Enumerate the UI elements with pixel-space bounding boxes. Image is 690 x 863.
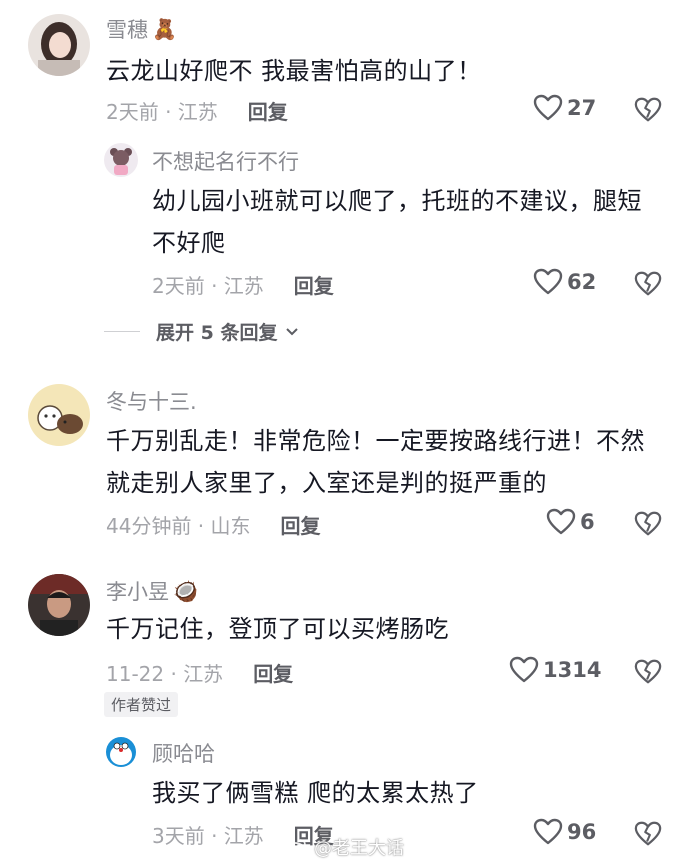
comment-text: 千万别乱走！非常危险！一定要按路线行进！不然 就走别人家里了，入室还是判的挺严重… xyxy=(106,420,645,504)
teddy-bear-icon: 🧸 xyxy=(152,17,177,41)
user-avatar[interactable] xyxy=(28,14,90,76)
broken-heart-icon[interactable] xyxy=(634,820,662,848)
like-count: 27 xyxy=(567,96,597,120)
heart-icon xyxy=(533,94,563,121)
heart-icon xyxy=(546,508,576,535)
user-avatar[interactable] xyxy=(104,734,138,768)
reply-button[interactable]: 回复 xyxy=(294,270,334,299)
username[interactable]: 李小昱 🥥 xyxy=(106,576,198,606)
heart-icon xyxy=(533,268,563,295)
reply-button[interactable]: 回复 xyxy=(253,658,293,687)
watermark: @老王大话 xyxy=(284,834,404,860)
comment-time: 2天前 · 江苏 xyxy=(106,100,218,124)
username-text[interactable]: 雪穗 xyxy=(106,14,148,44)
like-button[interactable]: 6 xyxy=(546,508,595,536)
user-avatar[interactable] xyxy=(28,384,90,446)
user-avatar[interactable] xyxy=(104,143,138,177)
comment-time: 11-22 · 江苏 xyxy=(106,662,224,686)
broken-heart-icon[interactable] xyxy=(634,658,662,686)
comment-text: 幼儿园小班就可以爬了，托班的不建议，腿短 不好爬 xyxy=(152,180,642,264)
girl-photo-avatar-icon xyxy=(28,14,90,76)
like-button[interactable]: 62 xyxy=(533,268,596,296)
heart-icon xyxy=(509,656,539,683)
comment-meta: 44分钟前 · 山东 回复 xyxy=(106,510,321,539)
reply-button[interactable]: 回复 xyxy=(248,96,288,125)
expand-replies-label[interactable]: 展开 5 条回复 xyxy=(156,318,277,345)
username[interactable]: 顾哈哈 xyxy=(152,738,215,768)
like-count: 62 xyxy=(567,270,597,294)
comment-text-line: 千万别乱走！非常危险！一定要按路线行进！不然 xyxy=(106,427,645,455)
comment-text-line: 就走别人家里了，入室还是判的挺严重的 xyxy=(106,469,547,497)
comment-text: 云龙山好爬不 我最害怕高的山了！ xyxy=(106,57,482,85)
cartoon-bear-avatar-icon xyxy=(104,143,138,177)
like-count: 1314 xyxy=(543,658,602,682)
like-button[interactable]: 96 xyxy=(533,818,596,846)
comment-meta: 2天前 · 江苏 回复 xyxy=(106,96,288,125)
username-text[interactable]: 李小昱 xyxy=(106,576,169,606)
username[interactable]: 不想起名行不行 xyxy=(152,146,299,176)
like-count: 6 xyxy=(580,510,595,534)
author-liked-tag: 作者赞过 xyxy=(104,692,179,717)
username[interactable]: 雪穗 🧸 xyxy=(106,14,177,44)
comment-text-line: 幼儿园小班就可以爬了，托班的不建议，腿短 xyxy=(152,187,642,215)
coconut-icon: 🥥 xyxy=(173,579,198,603)
broken-heart-icon[interactable] xyxy=(634,96,662,124)
cartoon-dog-avatar-icon xyxy=(28,384,90,446)
like-button[interactable]: 1314 xyxy=(509,656,601,684)
like-count: 96 xyxy=(567,820,597,844)
comment-text-line: 不好爬 xyxy=(152,229,226,257)
comment-meta: 11-22 · 江苏 回复 xyxy=(106,658,293,687)
comment-text: 千万记住，登顶了可以买烤肠吃 xyxy=(106,615,449,643)
chevron-down-icon[interactable] xyxy=(285,327,299,337)
expand-replies-button[interactable]: 展开 5 条回复 xyxy=(104,318,299,345)
broken-heart-icon[interactable] xyxy=(634,510,662,538)
weibo-logo-icon xyxy=(285,839,306,856)
reply-button[interactable]: 回复 xyxy=(281,510,321,539)
watermark-text: @老王大话 xyxy=(314,838,404,859)
comment-time: 3天前 · 江苏 xyxy=(152,824,264,848)
comment-time: 2天前 · 江苏 xyxy=(152,274,264,298)
divider xyxy=(104,331,140,332)
man-photo-avatar-icon xyxy=(28,574,90,636)
username[interactable]: 冬与十三. xyxy=(106,386,197,416)
broken-heart-icon[interactable] xyxy=(634,270,662,298)
comment-time: 44分钟前 · 山东 xyxy=(106,514,251,538)
comment-text: 我买了俩雪糕 爬的太累太热了 xyxy=(152,779,479,807)
comment-meta: 2天前 · 江苏 回复 xyxy=(152,270,334,299)
doraemon-avatar-icon xyxy=(104,734,138,768)
like-button[interactable]: 27 xyxy=(533,94,596,122)
heart-icon xyxy=(533,818,563,845)
user-avatar[interactable] xyxy=(28,574,90,636)
